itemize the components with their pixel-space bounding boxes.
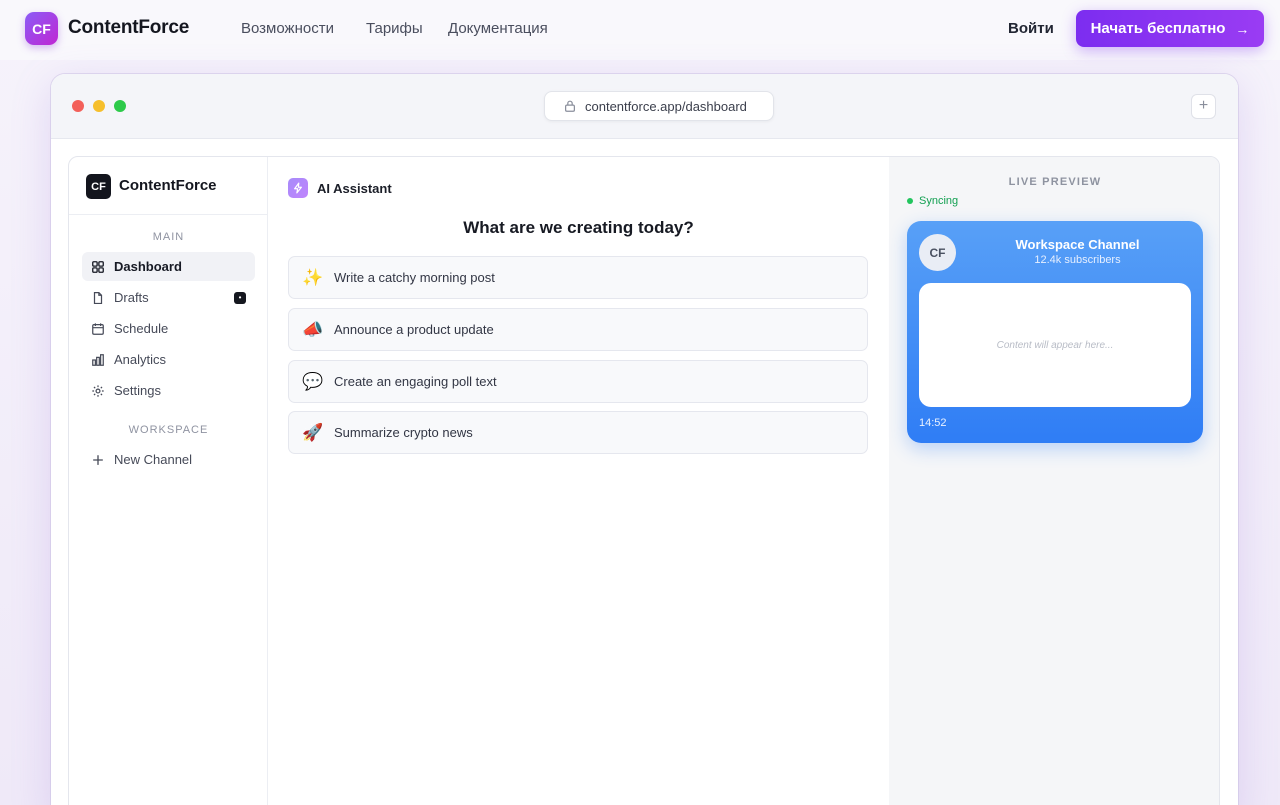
- prompt-label: Summarize crypto news: [334, 425, 473, 440]
- sidebar-item-settings[interactable]: Settings: [82, 376, 255, 405]
- prompt-suggestion-product-update[interactable]: 📣 Announce a product update: [288, 308, 868, 351]
- sync-status-text: Syncing: [919, 195, 959, 207]
- assistant-title: AI Assistant: [317, 180, 392, 196]
- live-preview-label: LIVE PREVIEW: [1008, 176, 1102, 188]
- nav-link-features[interactable]: Возможности: [241, 20, 334, 37]
- sidebar-logo[interactable]: CF: [86, 174, 111, 199]
- sparkles-icon: ✨: [302, 267, 324, 287]
- sidebar: CF ContentForce MAIN Dashboard Drafts •: [69, 157, 268, 805]
- sidebar-item-label: Schedule: [114, 321, 169, 336]
- speech-bubble-icon: 💬: [302, 371, 324, 391]
- sidebar-item-analytics[interactable]: Analytics: [82, 345, 255, 374]
- login-link[interactable]: Войти: [1008, 20, 1054, 37]
- rocket-icon: 🚀: [302, 422, 324, 442]
- sidebar-item-schedule[interactable]: Schedule: [82, 314, 255, 343]
- sidebar-header: CF ContentForce: [69, 157, 267, 215]
- start-free-button-label: Начать бесплатно: [1090, 20, 1226, 37]
- lock-icon: [563, 99, 577, 113]
- start-free-button[interactable]: Начать бесплатно →: [1076, 10, 1264, 47]
- new-tab-button[interactable]: +: [1191, 94, 1216, 119]
- sidebar-item-label: Drafts: [114, 290, 149, 305]
- sidebar-item-drafts[interactable]: Drafts •: [82, 283, 255, 312]
- prompt-label: Write a catchy morning post: [334, 270, 495, 285]
- assistant-header: AI Assistant: [288, 178, 392, 198]
- status-dot-icon: [907, 198, 913, 204]
- channel-name: Workspace Channel: [1015, 237, 1140, 252]
- prompt-label: Create an engaging poll text: [334, 374, 497, 389]
- brand-logo-badge[interactable]: CF: [25, 12, 58, 45]
- assistant-panel: AI Assistant What are we creating today?…: [268, 157, 889, 805]
- window-close-dot: [72, 100, 84, 112]
- drafts-badge: •: [234, 292, 246, 304]
- top-navbar: CF ContentForce Возможности Тарифы Докум…: [0, 0, 1280, 60]
- sidebar-item-label: New Channel: [114, 452, 193, 467]
- arrow-right-icon: →: [1235, 20, 1250, 37]
- channel-subscribers: 12.4k subscribers: [1034, 254, 1121, 266]
- post-timestamp: 14:52: [919, 417, 947, 429]
- plus-icon: [93, 454, 103, 465]
- sync-status: Syncing: [907, 195, 958, 207]
- sidebar-item-dashboard[interactable]: Dashboard: [82, 252, 255, 281]
- nav-link-docs[interactable]: Документация: [448, 20, 548, 37]
- page-title: What are we creating today?: [463, 218, 694, 237]
- brand-name[interactable]: ContentForce: [68, 17, 189, 39]
- window-maximize-dot: [114, 100, 126, 112]
- sidebar-section-workspace: WORKSPACE: [128, 424, 209, 436]
- sidebar-item-label: Analytics: [114, 352, 167, 367]
- window-minimize-dot: [93, 100, 105, 112]
- grid-icon: [92, 260, 104, 273]
- channel-preview-card: CF Workspace Channel 12.4k subscribers C…: [907, 221, 1203, 443]
- bar-chart-icon: [92, 353, 104, 366]
- prompt-label: Announce a product update: [334, 322, 494, 337]
- sidebar-section-main: MAIN: [152, 231, 185, 243]
- post-content-placeholder: Content will appear here...: [919, 283, 1191, 407]
- prompt-suggestion-poll-text[interactable]: 💬 Create an engaging poll text: [288, 360, 868, 403]
- address-bar[interactable]: contentforce.app/dashboard: [544, 91, 774, 121]
- sidebar-app-name: ContentForce: [119, 177, 217, 194]
- browser-mockup: contentforce.app/dashboard + CF ContentF…: [51, 74, 1238, 805]
- nav-link-pricing[interactable]: Тарифы: [366, 20, 423, 37]
- prompt-suggestion-crypto-news[interactable]: 🚀 Summarize crypto news: [288, 411, 868, 454]
- address-url: contentforce.app/dashboard: [585, 98, 747, 114]
- browser-toolbar: contentforce.app/dashboard +: [51, 74, 1238, 139]
- calendar-icon: [92, 322, 104, 335]
- sidebar-item-label: Dashboard: [114, 259, 182, 274]
- sidebar-item-label: Settings: [114, 383, 161, 398]
- lightning-icon: [288, 178, 308, 198]
- prompt-suggestion-morning-post[interactable]: ✨ Write a catchy morning post: [288, 256, 868, 299]
- app-window: CF ContentForce MAIN Dashboard Drafts •: [68, 156, 1220, 805]
- live-preview-panel: LIVE PREVIEW Syncing CF Workspace Channe…: [889, 157, 1219, 805]
- file-icon: [93, 291, 103, 304]
- megaphone-icon: 📣: [302, 319, 324, 339]
- gear-icon: [92, 384, 104, 397]
- sidebar-item-new-channel[interactable]: New Channel: [82, 445, 255, 474]
